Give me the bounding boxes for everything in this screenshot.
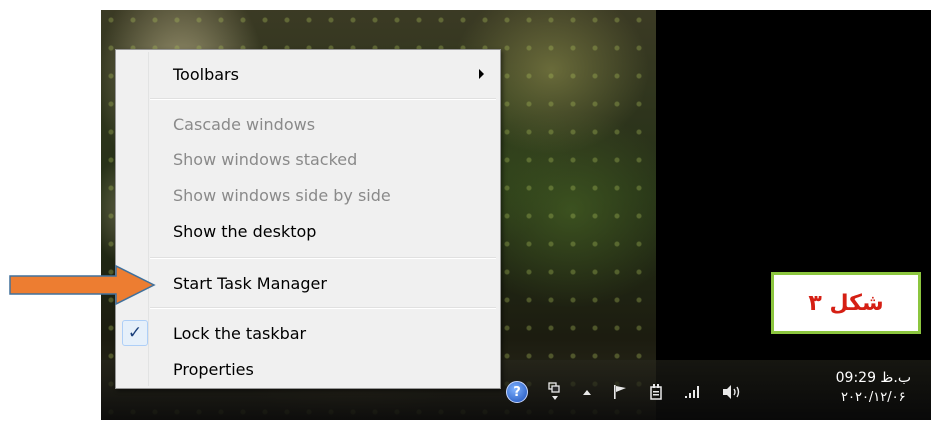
menu-item-show-the-desktop[interactable]: Show the desktop — [118, 216, 498, 246]
menu-item-show-windows-side-by-side: Show windows side by side — [118, 180, 498, 210]
figure-stage: ? 09:29 ب.ظ ۲۰۲۰/۱۲/۰۶ Toolbars Cascade … — [0, 0, 931, 421]
menu-item-label: Lock the taskbar — [173, 323, 307, 343]
signal-bars-icon[interactable] — [684, 385, 702, 399]
taskbar-clock[interactable]: 09:29 ب.ظ ۲۰۲۰/۱۲/۰۶ — [836, 368, 911, 408]
window-icon[interactable] — [548, 382, 562, 402]
submenu-arrow-icon — [479, 69, 484, 79]
figure-caption-box: شکل ۳ — [771, 272, 921, 334]
menu-separator — [150, 307, 496, 309]
clock-date: ۲۰۲۰/۱۲/۰۶ — [841, 390, 906, 405]
menu-item-label: Start Task Manager — [173, 273, 327, 293]
menu-item-properties[interactable]: Properties — [118, 354, 498, 384]
checkmark-icon: ✓ — [122, 320, 148, 346]
figure-caption: شکل ۳ — [808, 290, 884, 316]
menu-item-label: Show windows stacked — [173, 149, 358, 169]
menu-item-cascade-windows: Cascade windows — [118, 109, 498, 139]
action-center-flag-icon[interactable] — [612, 384, 628, 400]
taskbar-context-menu: Toolbars Cascade windows Show windows st… — [115, 49, 501, 389]
menu-separator — [150, 257, 496, 259]
menu-item-lock-the-taskbar[interactable]: ✓ Lock the taskbar — [118, 318, 498, 348]
help-icon[interactable]: ? — [506, 381, 528, 403]
show-hidden-icons-arrow[interactable] — [582, 388, 592, 396]
notification-area: ? — [506, 376, 762, 408]
menu-item-label: Show windows side by side — [173, 185, 391, 205]
menu-item-show-windows-stacked: Show windows stacked — [118, 144, 498, 174]
menu-item-label: Cascade windows — [173, 114, 316, 134]
menu-item-label: Toolbars — [173, 64, 239, 84]
power-icon[interactable] — [648, 383, 664, 401]
menu-item-label: Properties — [173, 359, 254, 379]
menu-item-start-task-manager[interactable]: Start Task Manager — [118, 268, 498, 298]
pointer-arrow-icon — [9, 264, 156, 306]
menu-separator — [150, 98, 496, 100]
menu-item-toolbars[interactable]: Toolbars — [118, 59, 498, 89]
menu-item-label: Show the desktop — [173, 221, 317, 241]
clock-time: 09:29 ب.ظ — [835, 370, 911, 386]
volume-icon[interactable] — [722, 384, 742, 400]
